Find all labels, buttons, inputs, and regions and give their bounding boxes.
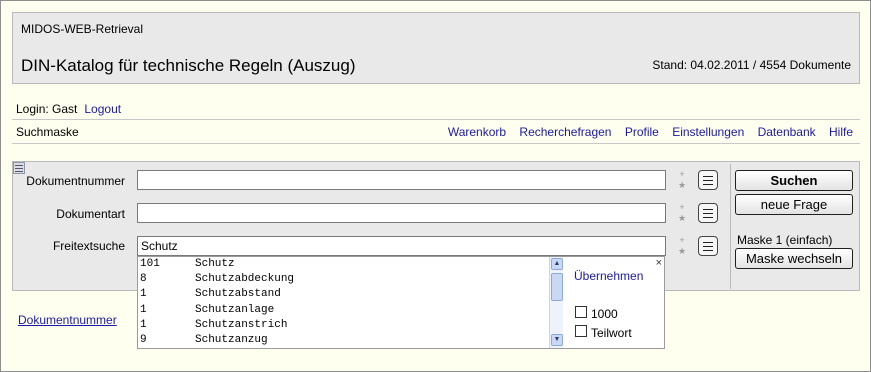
add-plus-icon[interactable]: +: [676, 203, 688, 212]
dokumentnummer-input[interactable]: [137, 170, 666, 190]
app-window: MIDOS-WEB-Retrieval DIN-Katalog für tech…: [0, 0, 871, 372]
nav-einstellungen[interactable]: Einstellungen: [672, 125, 744, 139]
index-list-button[interactable]: [698, 170, 718, 190]
suggestion-options: × Übernehmen 1000 Teilwort: [564, 257, 664, 348]
switch-mask-button[interactable]: Maske wechseln: [735, 248, 853, 269]
divider: [12, 119, 860, 120]
field-label-dokumentart: Dokumentart: [56, 207, 125, 221]
search-button[interactable]: Suchen: [735, 170, 853, 191]
nav-profile[interactable]: Profile: [625, 125, 659, 139]
star-icon[interactable]: ★: [676, 214, 688, 223]
suggestion-scrollbar[interactable]: ▲ ▼: [549, 257, 563, 348]
page-header: MIDOS-WEB-Retrieval DIN-Katalog für tech…: [12, 12, 860, 84]
suggestion-count: 1: [140, 303, 147, 316]
suggestion-dropdown: 101 Schutz 8 Schutzabdeckung 1 Schutzabstan…: [137, 256, 665, 349]
nav-datenbank[interactable]: Datenbank: [758, 125, 816, 139]
list-item[interactable]: 1 Schutzanstrich: [138, 318, 549, 333]
index-list-button[interactable]: [698, 236, 718, 256]
section-label: Suchmaske: [16, 125, 79, 139]
dokumentart-input[interactable]: [137, 203, 666, 223]
mask-label: Maske 1 (einfach): [737, 233, 833, 247]
main-nav: Warenkorb Recherchefragen Profile Einste…: [438, 125, 853, 139]
apply-link[interactable]: Übernehmen: [574, 269, 643, 283]
option-teilwort-label: Teilwort: [591, 326, 632, 340]
scroll-down-icon[interactable]: ▼: [551, 334, 563, 346]
nav-hilfe[interactable]: Hilfe: [829, 125, 853, 139]
result-link-dokumentnummer[interactable]: Dokumentnummer: [18, 313, 117, 327]
nav-recherchefragen[interactable]: Recherchefragen: [519, 125, 611, 139]
list-item[interactable]: 9 Schutzanzug: [138, 333, 549, 348]
suggestion-term: Schutzanstrich: [195, 318, 288, 331]
page-title: DIN-Katalog für technische Regeln (Auszu…: [21, 56, 356, 75]
suggestion-count: 101: [140, 258, 160, 270]
login-bar: Login: Gast Logout: [16, 102, 121, 116]
database-status: Stand: 04.02.2011 / 4554 Dokumente: [652, 58, 851, 72]
scroll-up-icon[interactable]: ▲: [551, 258, 563, 270]
option-1000-checkbox[interactable]: [575, 306, 587, 318]
login-status: Login: Gast: [16, 102, 78, 116]
suggestion-term: Schutz: [195, 258, 235, 270]
new-query-button[interactable]: neue Frage: [735, 194, 853, 215]
add-plus-icon[interactable]: +: [676, 170, 688, 179]
app-name: MIDOS-WEB-Retrieval: [21, 22, 144, 36]
freitextsuche-input[interactable]: [137, 236, 666, 256]
list-item[interactable]: 1 Schutzanlage: [138, 303, 549, 318]
scroll-thumb[interactable]: [551, 273, 563, 301]
divider: [12, 143, 860, 144]
option-teilwort-checkbox[interactable]: [575, 325, 587, 337]
list-item[interactable]: 1 Schutzabstand: [138, 287, 549, 302]
field-label-dokumentnummer: Dokumentnummer: [26, 174, 125, 188]
suggestion-count: 8: [140, 273, 147, 286]
list-item[interactable]: 8 Schutzabdeckung: [138, 272, 549, 287]
suggestion-term: Schutzabstand: [195, 288, 281, 301]
star-icon[interactable]: ★: [676, 247, 688, 256]
suggestion-count: 1: [140, 318, 147, 331]
suggestion-list[interactable]: 101 Schutz 8 Schutzabdeckung 1 Schutzabstan…: [138, 257, 549, 348]
suggestion-term: Schutzanzug: [195, 333, 268, 346]
suggestion-count: 1: [140, 288, 147, 301]
star-icon[interactable]: ★: [676, 181, 688, 190]
suggestion-term: Schutzanlage: [195, 303, 275, 316]
divider: [730, 164, 731, 289]
suggestion-count: 9: [140, 333, 147, 346]
list-item[interactable]: 101 Schutz: [138, 257, 549, 272]
index-list-button[interactable]: [698, 203, 718, 223]
close-icon[interactable]: ×: [656, 257, 662, 269]
field-label-freitextsuche: Freitextsuche: [52, 239, 125, 253]
add-plus-icon[interactable]: +: [676, 236, 688, 245]
option-1000-label: 1000: [591, 307, 618, 321]
logout-link[interactable]: Logout: [84, 102, 121, 116]
panel-menu-icon[interactable]: [13, 162, 25, 174]
nav-warenkorb[interactable]: Warenkorb: [448, 125, 506, 139]
suggestion-term: Schutzabdeckung: [195, 273, 295, 286]
